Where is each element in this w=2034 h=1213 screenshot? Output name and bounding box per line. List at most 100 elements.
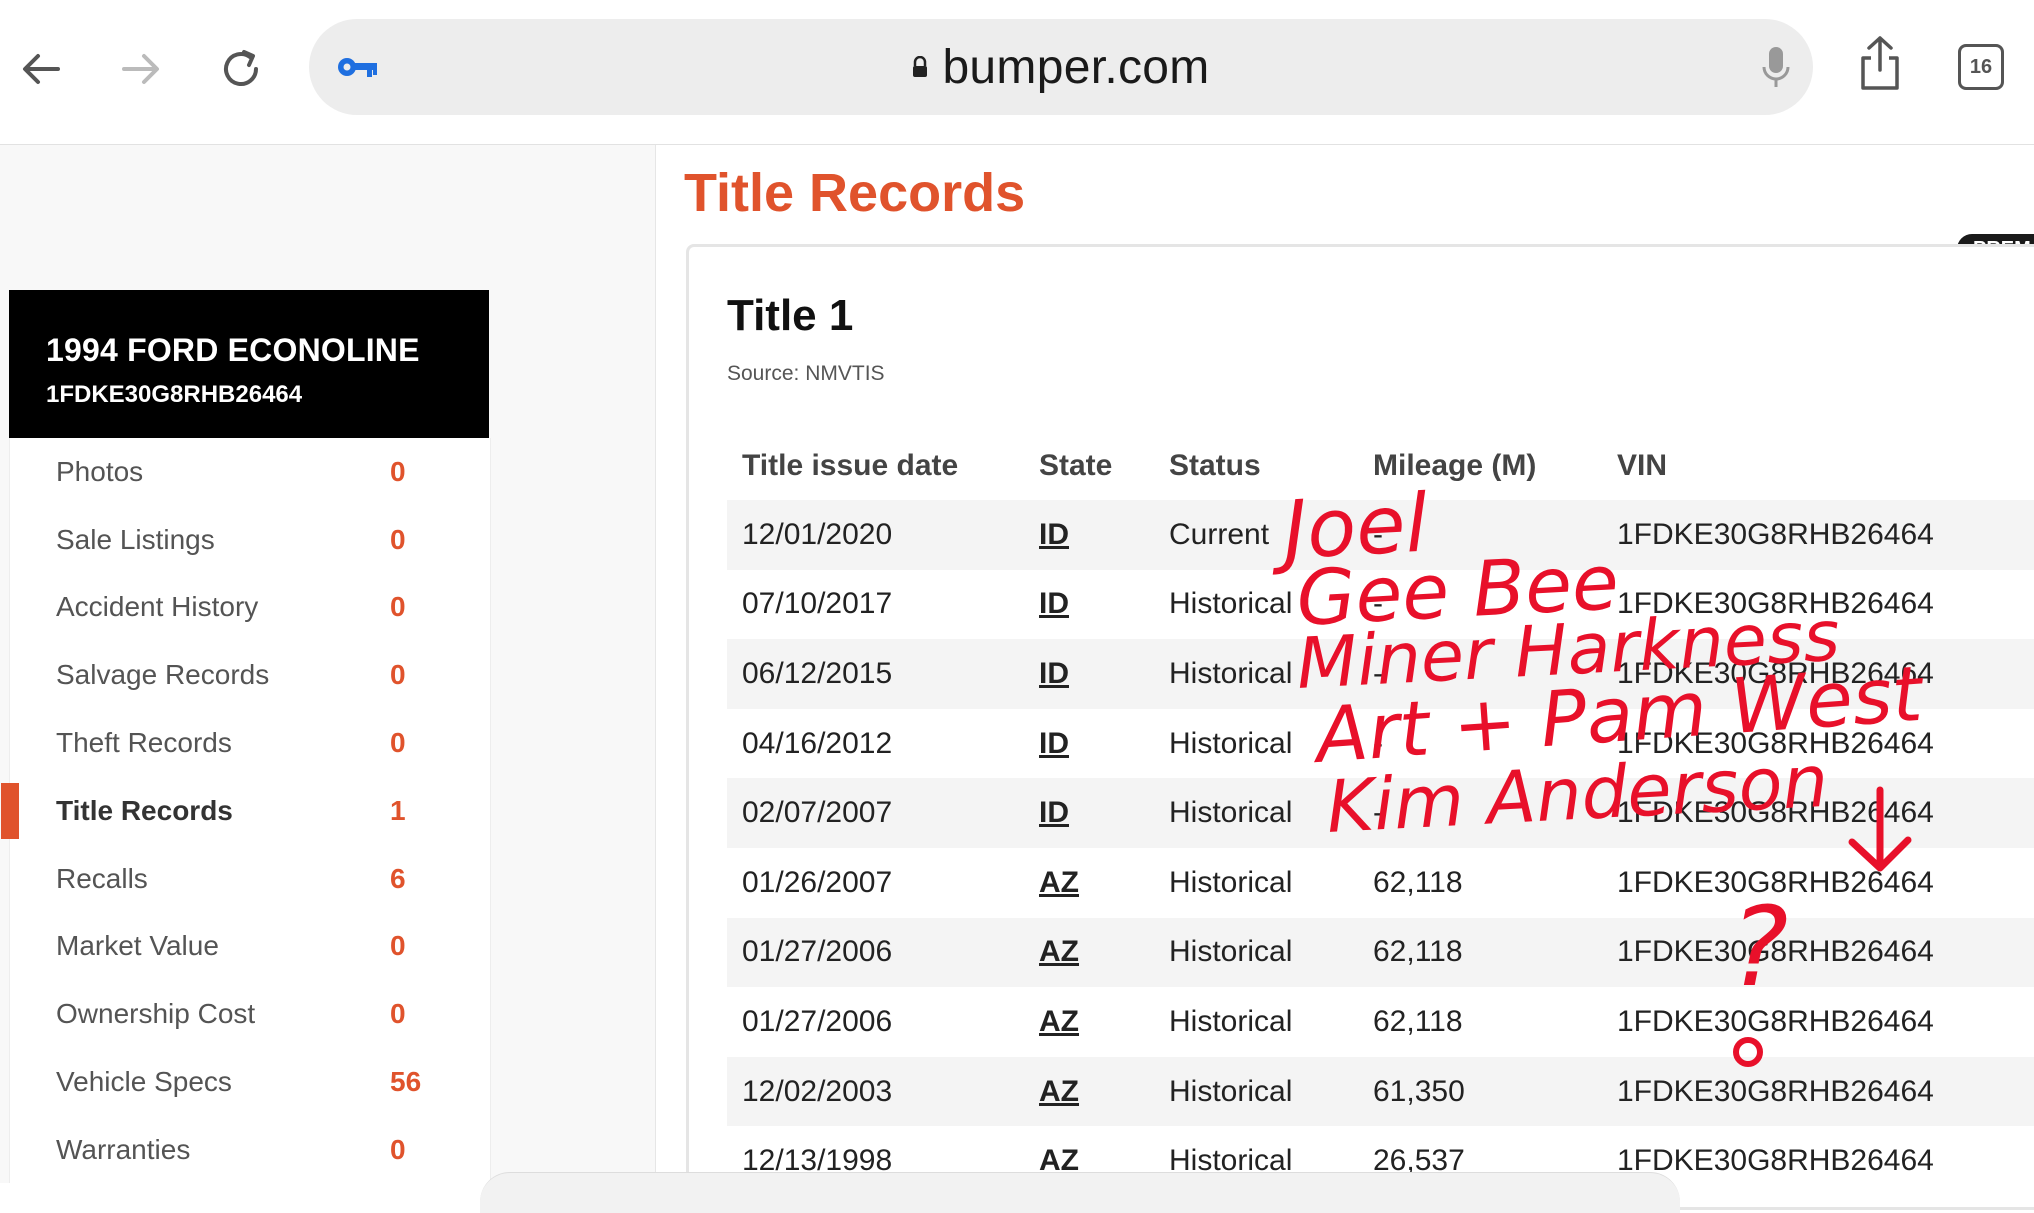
column-header: Status xyxy=(1169,449,1261,482)
vehicle-vin: 1FDKE30G8RHB26464 xyxy=(46,381,303,408)
sidebar-item-label: Recalls xyxy=(56,862,148,894)
sidebar-item-count: 6 xyxy=(390,862,406,894)
title-vin: 1FDKE30G8RHB26464 xyxy=(1617,865,1934,899)
column-header: VIN xyxy=(1617,449,1668,482)
vehicle-card: 1994 FORD ECONOLINE 1FDKE30G8RHB26464 xyxy=(9,290,489,438)
table-row: 01/27/2006 AZ Historical 62,118 1FDKE30G… xyxy=(727,987,2034,1057)
sidebar-item-count: 56 xyxy=(390,1066,422,1098)
title-date: 01/26/2007 xyxy=(742,865,893,899)
arrow-left-icon xyxy=(23,54,60,84)
title-date: 12/02/2003 xyxy=(742,1074,893,1108)
state-link[interactable]: ID xyxy=(1039,778,1069,848)
title-mileage: - xyxy=(1373,587,1383,621)
vehicle-name: 1994 FORD ECONOLINE xyxy=(46,332,420,368)
arrow-right-icon xyxy=(122,54,159,84)
column-header: Mileage (M) xyxy=(1373,449,1537,482)
url-text: bumper.com xyxy=(942,40,1210,94)
title-mileage: - xyxy=(1373,726,1383,760)
state-link[interactable]: AZ xyxy=(1039,918,1079,988)
tab-count-button[interactable]: 16 xyxy=(1958,44,2004,90)
table-row: 06/12/2015 ID Historical - 1FDKE30G8RHB2… xyxy=(727,639,2034,709)
title-mileage: - xyxy=(1373,656,1383,690)
title-vin: 1FDKE30G8RHB26464 xyxy=(1617,796,1934,830)
sidebar-item-warranties[interactable]: Warranties 0 xyxy=(10,1116,490,1184)
sidebar-item-label: Theft Records xyxy=(56,727,232,759)
page-title: Title Records xyxy=(684,163,1026,223)
title-record-card: Title 1 Source: NMVTIS Title issue date … xyxy=(686,244,2034,1210)
title-vin: 1FDKE30G8RHB26464 xyxy=(1617,1074,1934,1108)
title-vin: 1FDKE30G8RHB26464 xyxy=(1617,587,1934,621)
title-date: 02/07/2007 xyxy=(742,796,893,830)
table-row: 02/07/2007 ID Historical - 1FDKE30G8RHB2… xyxy=(727,778,2034,848)
state-link[interactable]: ID xyxy=(1039,709,1069,779)
title-vin: 1FDKE30G8RHB26464 xyxy=(1617,726,1934,760)
title-status: Historical xyxy=(1169,656,1293,690)
card-title: Title 1 xyxy=(727,291,854,340)
table-row: 12/01/2020 ID Current - 1FDKE30G8RHB2646… xyxy=(727,500,2034,570)
title-date: 07/10/2017 xyxy=(742,587,893,621)
table-row: 04/16/2012 ID Historical - 1FDKE30G8RHB2… xyxy=(727,709,2034,779)
sidebar-item-accident-history[interactable]: Accident History 0 xyxy=(10,574,490,642)
title-date: 04/16/2012 xyxy=(742,726,893,760)
back-button[interactable] xyxy=(12,40,70,98)
sidebar-item-photos[interactable]: Photos 0 xyxy=(10,438,490,506)
state-link[interactable]: AZ xyxy=(1039,1057,1079,1127)
sidebar-item-count: 0 xyxy=(390,659,406,691)
bottom-sheet-edge xyxy=(480,1172,1680,1213)
sidebar-item-vehicle-specs[interactable]: Vehicle Specs 56 xyxy=(10,1048,490,1116)
sidebar-item-theft-records[interactable]: Theft Records 0 xyxy=(10,709,490,777)
sidebar-item-count: 0 xyxy=(390,930,406,962)
sidebar-item-label: Ownership Cost xyxy=(56,998,256,1030)
title-date: 01/27/2006 xyxy=(742,1004,893,1038)
state-link[interactable]: AZ xyxy=(1039,987,1079,1057)
title-mileage: 62,118 xyxy=(1373,935,1463,969)
title-status: Historical xyxy=(1169,865,1293,899)
table-row: 12/02/2003 AZ Historical 61,350 1FDKE30G… xyxy=(727,1056,2034,1127)
sidebar-item-label: Salvage Records xyxy=(56,659,270,691)
address-bar[interactable]: bumper.com xyxy=(309,19,1813,115)
table-row: 01/27/2006 AZ Historical 62,118 1FDKE30G… xyxy=(727,917,2034,988)
state-link[interactable]: ID xyxy=(1039,500,1069,570)
title-status: Historical xyxy=(1169,796,1293,830)
title-status: Current xyxy=(1169,517,1270,551)
sidebar-item-count: 0 xyxy=(390,591,406,623)
microphone-icon[interactable] xyxy=(1759,43,1793,91)
title-status: Historical xyxy=(1169,1004,1293,1038)
title-records-table: Title issue date State Status Mileage (M… xyxy=(727,432,2034,1196)
title-date: 01/27/2006 xyxy=(742,935,893,969)
table-row: 07/10/2017 ID Historical - 1FDKE30G8RHB2… xyxy=(727,570,2034,640)
sidebar-item-label: Accident History xyxy=(56,591,259,623)
sidebar-item-count: 0 xyxy=(390,455,406,487)
state-link[interactable]: ID xyxy=(1039,570,1069,640)
sidebar-item-salvage-records[interactable]: Salvage Records 0 xyxy=(10,641,490,709)
sidebar-item-sale-listings[interactable]: Sale Listings 0 xyxy=(10,506,490,574)
state-link[interactable]: AZ xyxy=(1039,848,1079,918)
sidebar-item-recalls[interactable]: Recalls 6 xyxy=(10,845,490,913)
sidebar-item-label: Vehicle Specs xyxy=(56,1066,232,1098)
browser-toolbar: bumper.com 16 xyxy=(0,0,2034,145)
reload-button[interactable] xyxy=(212,40,270,98)
title-vin: 1FDKE30G8RHB26464 xyxy=(1617,656,1934,690)
state-link[interactable]: ID xyxy=(1039,639,1069,709)
sidebar-item-label: Title Records xyxy=(56,794,233,826)
sidebar-item-count: 0 xyxy=(390,1133,406,1165)
title-mileage: - xyxy=(1373,517,1383,551)
title-date: 06/12/2015 xyxy=(742,656,893,690)
reload-icon xyxy=(224,50,258,86)
title-status: Historical xyxy=(1169,1074,1293,1108)
sidebar-item-count: 0 xyxy=(390,523,406,555)
sidebar-item-title-records[interactable]: Title Records 1 xyxy=(1,777,490,845)
share-icon[interactable] xyxy=(1855,34,1905,94)
title-status: Historical xyxy=(1169,726,1293,760)
lock-icon xyxy=(912,56,928,78)
url-display[interactable]: bumper.com xyxy=(309,19,1813,115)
sidebar-item-label: Market Value xyxy=(56,930,219,962)
sidebar-item-market-value[interactable]: Market Value 0 xyxy=(10,913,490,981)
forward-button[interactable] xyxy=(112,40,170,98)
title-date: 12/01/2020 xyxy=(742,517,893,551)
sidebar-item-label: Photos xyxy=(56,455,144,487)
title-vin: 1FDKE30G8RHB26464 xyxy=(1617,517,1934,551)
sidebar-item-count: 0 xyxy=(390,998,406,1030)
sidebar-item-count: 1 xyxy=(390,794,406,826)
sidebar-item-ownership-cost[interactable]: Ownership Cost 0 xyxy=(10,980,490,1048)
